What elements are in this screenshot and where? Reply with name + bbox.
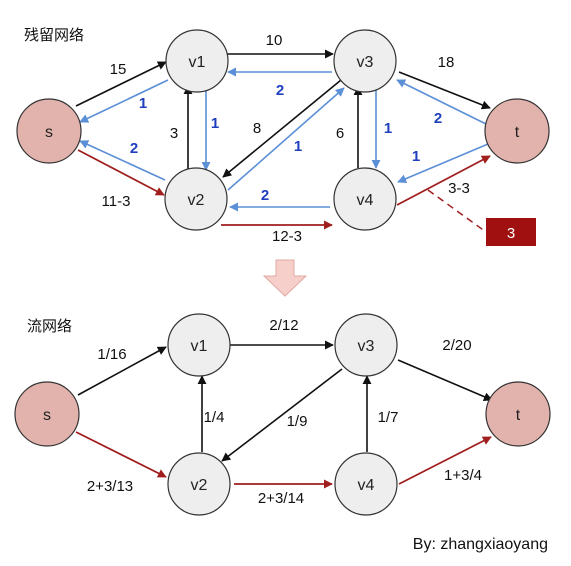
flow-edge-v3-t (397, 359, 493, 401)
bottleneck-value: 3 (507, 225, 515, 242)
flow-node-s-label: s (43, 407, 51, 424)
res-label-v3-v2: 8 (253, 120, 261, 137)
res-rev-v2-v3 (227, 87, 345, 191)
residual-title: 残留网络 (24, 27, 84, 44)
flow-label-s-v2: 2+3/13 (87, 478, 133, 495)
res-rev-label-v4-v2: 2 (261, 187, 269, 204)
flow-node-v1-label: v1 (191, 338, 208, 355)
flow-node-v2-label: v2 (191, 477, 208, 494)
res-label-v2-v4: 12-3 (272, 228, 302, 245)
res-label-v4-v3: 6 (336, 125, 344, 142)
flow-label-s-v1: 1/16 (97, 346, 126, 363)
flow-label-v3-t: 2/20 (442, 337, 471, 354)
res-node-v2-label: v2 (188, 192, 205, 209)
res-rev-label-v2-v3: 1 (294, 138, 302, 155)
res-edge-s-v2 (77, 149, 165, 196)
res-node-s-label: s (45, 124, 53, 141)
flow-node-v4-label: v4 (358, 477, 375, 494)
flow-label-v2-v4: 2+3/14 (258, 490, 304, 507)
res-rev-label-t-v4: 1 (412, 148, 420, 165)
flow-label-v4-v3: 1/7 (378, 409, 399, 426)
res-label-v1-v3: 10 (266, 32, 283, 49)
diagram-svg: 残留网络 3 15 10 18 3 8 6 11-3 12-3 3-3 1 1 … (14, 27, 551, 553)
flow-edge-v3-v2 (221, 368, 343, 462)
canvas: 残留网络 3 15 10 18 3 8 6 11-3 12-3 3-3 1 1 … (0, 0, 571, 566)
res-rev-v1-s (79, 79, 169, 123)
flow-label-v2-v1: 1/4 (204, 409, 225, 426)
res-node-v1-label: v1 (189, 54, 206, 71)
res-rev-label-t-v3: 2 (434, 110, 442, 127)
res-node-t-label: t (515, 124, 520, 141)
res-rev-label-v3-v4: 1 (384, 120, 392, 137)
res-label-v4-t: 3-3 (448, 180, 470, 197)
res-rev-label-v2-s: 2 (130, 140, 138, 157)
res-label-v3-t: 18 (438, 54, 455, 71)
flow-edge-s-v2 (75, 431, 167, 478)
flow-label-v1-v3: 2/12 (269, 317, 298, 334)
res-label-v2-v1: 3 (170, 125, 178, 142)
res-node-v4-label: v4 (357, 192, 374, 209)
res-rev-label-v3-v1: 2 (276, 82, 284, 99)
flow-label-v3-v2: 1/9 (287, 413, 308, 430)
res-label-s-v1: 15 (110, 61, 127, 78)
credit-text: By: zhangxiaoyang (413, 536, 548, 553)
transition-down-arrow-icon (262, 259, 308, 297)
flow-label-v4-t: 1+3/4 (444, 467, 482, 484)
res-node-v3-label: v3 (357, 54, 374, 71)
flow-node-t-label: t (516, 407, 521, 424)
res-rev-label-v1-s: 1 (139, 95, 147, 112)
res-rev-label-v1-v2: 1 (211, 115, 219, 132)
flow-node-v3-label: v3 (358, 338, 375, 355)
res-label-s-v2: 11-3 (102, 193, 131, 210)
flow-title: 流网络 (27, 318, 72, 335)
